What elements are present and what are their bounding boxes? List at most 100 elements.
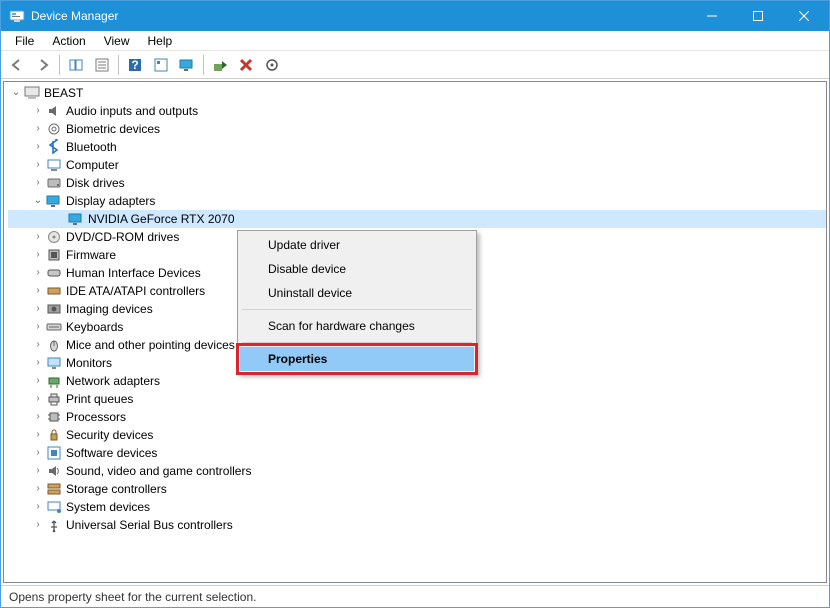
ctx-properties[interactable]: Properties [240, 347, 474, 371]
toolbar-back-button[interactable] [5, 53, 29, 77]
ctx-disable-device[interactable]: Disable device [240, 257, 474, 281]
tree-category[interactable]: › Processors [8, 408, 826, 426]
menu-bar: File Action View Help [1, 31, 829, 51]
firmware-icon [46, 247, 62, 263]
toolbar-update-driver-button[interactable] [208, 53, 232, 77]
expander-icon[interactable]: › [32, 285, 44, 297]
tree-category[interactable]: ›Network adapters [8, 372, 826, 390]
security-icon [46, 427, 62, 443]
toolbar-forward-button[interactable] [31, 53, 55, 77]
close-button[interactable] [781, 1, 827, 31]
menu-view[interactable]: View [96, 32, 138, 50]
software-icon [46, 445, 62, 461]
tree-category[interactable]: › Bluetooth [8, 138, 826, 156]
tree-category[interactable]: › System devices [8, 498, 826, 516]
network-icon [46, 373, 62, 389]
hid-icon [46, 265, 62, 281]
expander-icon[interactable]: ⌄ [32, 195, 44, 207]
device-tree-pane: ⌄ BEAST › Audio inputs and outputs›Biomet… [3, 81, 827, 583]
expander-icon[interactable]: › [32, 249, 44, 261]
tree-category[interactable]: ⌄Display adapters [8, 192, 826, 210]
expander-icon[interactable]: ⌄ [10, 87, 22, 99]
expander-icon[interactable]: › [32, 123, 44, 135]
display-icon [46, 193, 62, 209]
ide-icon [46, 283, 62, 299]
expander-icon[interactable]: › [32, 159, 44, 171]
device-manager-icon [9, 8, 25, 24]
tree-category[interactable]: › Security devices [8, 426, 826, 444]
toolbar-help-button[interactable]: ? [123, 53, 147, 77]
tree-category-label: Firmware [66, 246, 116, 264]
tree-category-label: System devices [66, 498, 150, 516]
toolbar-showhide-button[interactable] [64, 53, 88, 77]
tree-category-label: Human Interface Devices [66, 264, 201, 282]
expander-icon[interactable]: › [32, 303, 44, 315]
expander-icon[interactable]: › [32, 501, 44, 513]
ctx-separator [242, 309, 472, 310]
expander-icon[interactable]: › [32, 231, 44, 243]
expander-icon[interactable]: › [32, 321, 44, 333]
expander-icon[interactable]: › [32, 177, 44, 189]
minimize-button[interactable] [689, 1, 735, 31]
expander-icon[interactable]: › [32, 393, 44, 405]
expander-icon[interactable]: › [32, 105, 44, 117]
tree-category-label: Computer [66, 156, 119, 174]
ctx-uninstall-device[interactable]: Uninstall device [240, 281, 474, 305]
tree-category-label: Audio inputs and outputs [66, 102, 198, 120]
ctx-update-driver[interactable]: Update driver [240, 233, 474, 257]
expander-icon[interactable]: › [32, 375, 44, 387]
tree-root[interactable]: ⌄ BEAST [8, 84, 826, 102]
tree-device[interactable]: NVIDIA GeForce RTX 2070 [8, 210, 826, 228]
tree-category-label: Mice and other pointing devices [66, 336, 235, 354]
storage-icon [46, 481, 62, 497]
toolbar-uninstall-button[interactable] [234, 53, 258, 77]
sound-icon [46, 463, 62, 479]
status-bar: Opens property sheet for the current sel… [1, 585, 829, 607]
menu-file[interactable]: File [7, 32, 42, 50]
toolbar-separator [59, 55, 60, 75]
context-menu: Update driver Disable device Uninstall d… [237, 230, 477, 374]
tree-category[interactable]: › Computer [8, 156, 826, 174]
tree-category[interactable]: ›Universal Serial Bus controllers [8, 516, 826, 534]
tree-category-label: Processors [66, 408, 126, 426]
disk-icon [46, 175, 62, 191]
expander-icon[interactable]: › [32, 447, 44, 459]
expander-icon[interactable]: › [32, 465, 44, 477]
tree-category-label: Disk drives [66, 174, 125, 192]
tree-category[interactable]: ›Print queues [8, 390, 826, 408]
expander-icon[interactable]: › [32, 411, 44, 423]
toolbar-scan-monitor-button[interactable] [175, 53, 199, 77]
tree-category[interactable]: › Audio inputs and outputs [8, 102, 826, 120]
expander-icon[interactable]: › [32, 483, 44, 495]
tree-category[interactable]: ›Biometric devices [8, 120, 826, 138]
ctx-scan-hardware[interactable]: Scan for hardware changes [240, 314, 474, 338]
toolbar-scan-hardware-button[interactable] [260, 53, 284, 77]
display-icon [68, 211, 84, 227]
tree-category[interactable]: ›Sound, video and game controllers [8, 462, 826, 480]
menu-help[interactable]: Help [140, 32, 181, 50]
menu-action[interactable]: Action [44, 32, 93, 50]
tree-root-label: BEAST [44, 84, 83, 102]
toolbar-details-button[interactable] [149, 53, 173, 77]
tree-category-label: DVD/CD-ROM drives [66, 228, 179, 246]
tree-category[interactable]: › Disk drives [8, 174, 826, 192]
maximize-button[interactable] [735, 1, 781, 31]
tree-category[interactable]: ›Software devices [8, 444, 826, 462]
monitor-icon [46, 355, 62, 371]
expander-icon[interactable]: › [32, 357, 44, 369]
tree-category-label: Security devices [66, 426, 153, 444]
tree-category-label: Bluetooth [66, 138, 117, 156]
expander-icon[interactable]: › [32, 267, 44, 279]
expander-icon[interactable]: › [32, 141, 44, 153]
cpu-icon [46, 409, 62, 425]
system-icon [46, 499, 62, 515]
toolbar-properties-button[interactable] [90, 53, 114, 77]
expander-icon[interactable]: › [32, 339, 44, 351]
expander-icon[interactable]: › [32, 429, 44, 441]
tree-category[interactable]: ›Storage controllers [8, 480, 826, 498]
expander-icon[interactable]: › [32, 519, 44, 531]
bluetooth-icon [46, 139, 62, 155]
device-manager-window: Device Manager File Action View Help ? ⌄ [0, 0, 830, 608]
tree-category-label: Monitors [66, 354, 112, 372]
audio-icon [46, 103, 62, 119]
